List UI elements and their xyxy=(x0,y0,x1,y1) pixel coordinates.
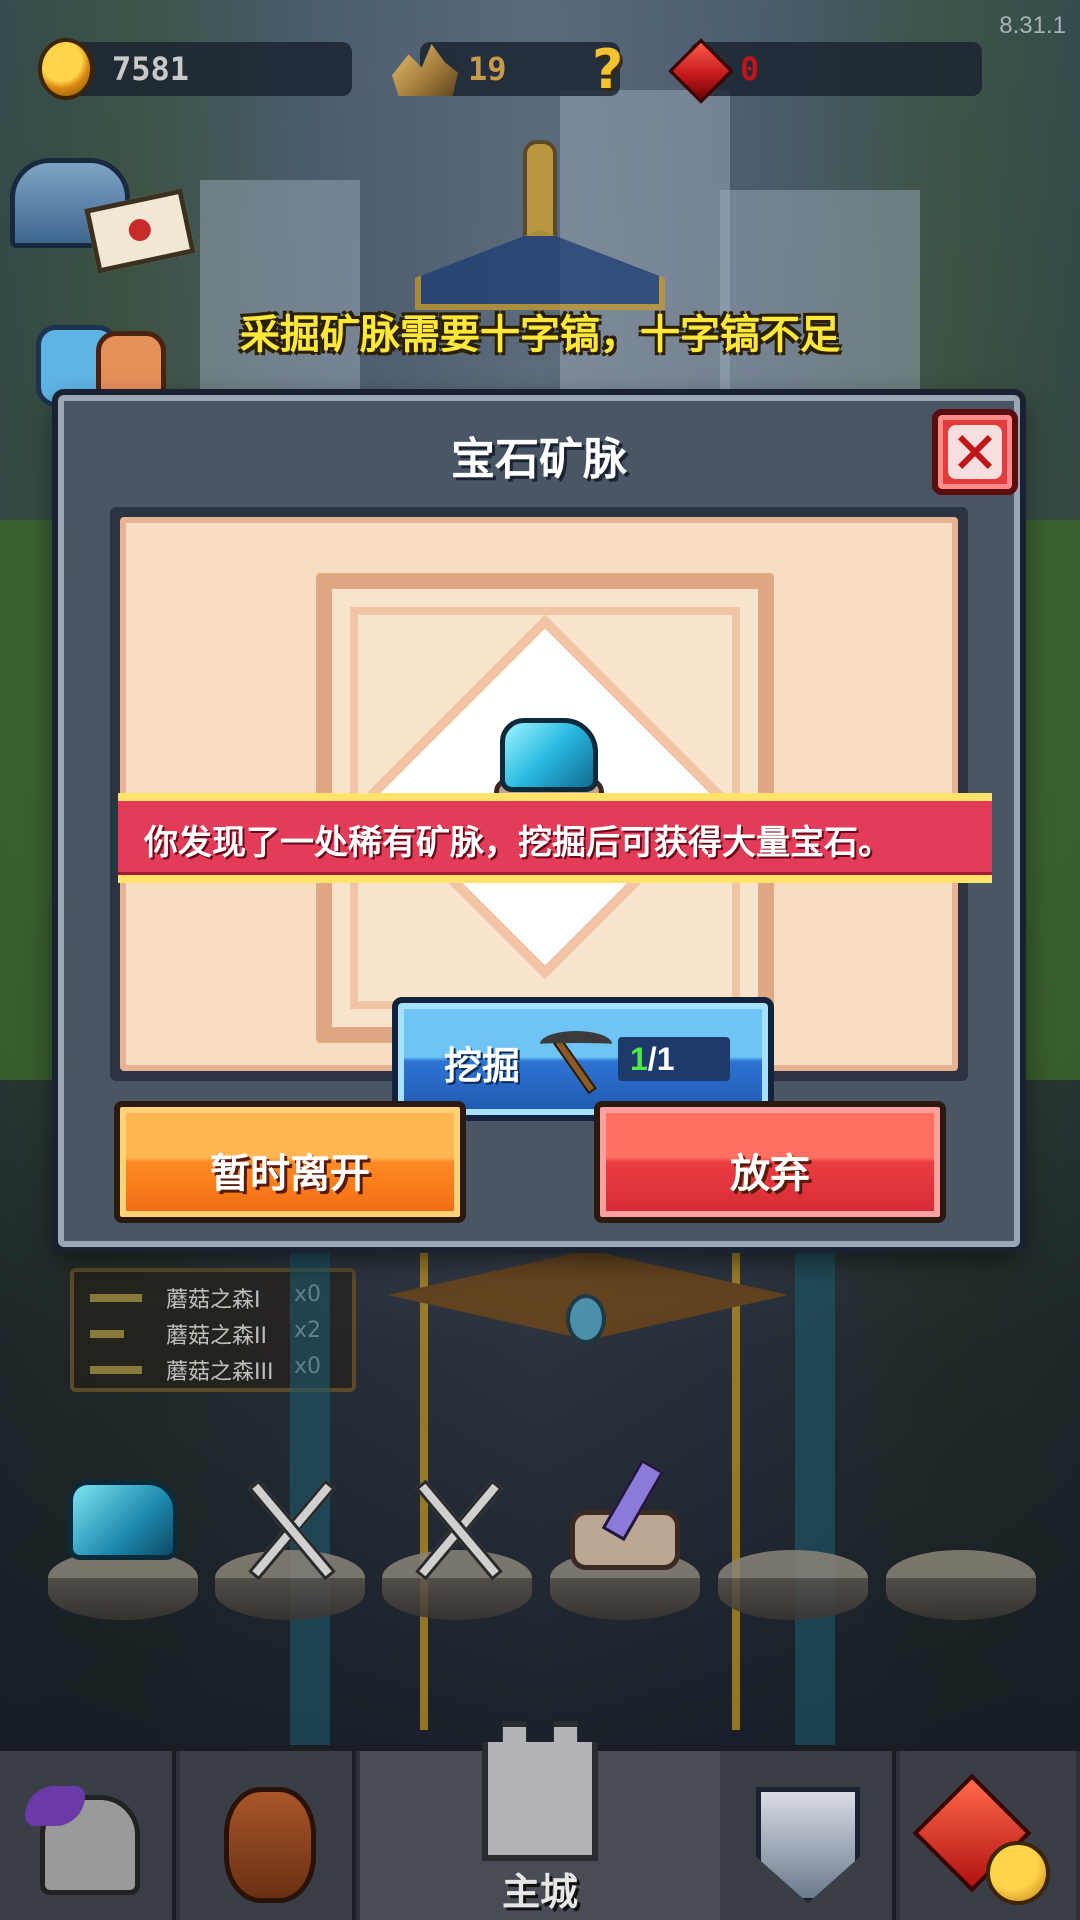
abandon-button-label: 放弃 xyxy=(730,1151,810,1197)
description-banner: 你发现了一处稀有矿脉，挖掘后可获得大量宝石。 xyxy=(118,793,992,883)
vein-illustration: 你发现了一处稀有矿脉，挖掘后可获得大量宝石。 xyxy=(118,517,992,1071)
pickaxe-warning-message: 采掘矿脉需要十字镐，十字镐不足 xyxy=(240,312,840,358)
dialog-panel: 你发现了一处稀有矿脉，挖掘后可获得大量宝石。 挖掘 1/1 xyxy=(110,507,992,1121)
close-button[interactable] xyxy=(932,409,1018,495)
nav-shop[interactable] xyxy=(900,1751,1076,1920)
coin-value: 7581 xyxy=(112,50,190,88)
nav-main-city[interactable]: 主城 xyxy=(360,1721,720,1920)
progress-bar xyxy=(90,1366,142,1374)
close-icon xyxy=(948,425,1002,479)
pickaxe-count: 1/1 xyxy=(618,1037,730,1081)
gem-counter xyxy=(690,42,982,96)
nav-battle[interactable] xyxy=(720,1751,896,1920)
gem-vein-dialog: 宝石矿脉 你发现了一处稀有矿脉，挖掘后可获得大量宝石。 挖掘 1/1 暂时离开 xyxy=(58,395,1020,1247)
gem-value: 0 xyxy=(740,50,760,88)
dig-label: 挖掘 xyxy=(444,1044,521,1088)
mailbox-icon[interactable] xyxy=(10,158,196,274)
dialog-description: 你发现了一处稀有矿脉，挖掘后可获得大量宝石。 xyxy=(144,823,892,863)
nav-main-label: 主城 xyxy=(501,1870,578,1914)
helmet-icon xyxy=(25,1786,140,1895)
castle-icon xyxy=(482,1721,598,1861)
slot-battle-1[interactable] xyxy=(215,1470,365,1630)
slot-battle-2[interactable] xyxy=(382,1470,532,1630)
help-question-icon[interactable]: ? xyxy=(592,40,632,100)
dialog-title: 宝石矿脉 xyxy=(451,434,627,485)
pickaxe-icon xyxy=(536,1025,616,1095)
nav-tavern[interactable] xyxy=(180,1751,356,1920)
leave-button-label: 暂时离开 xyxy=(210,1151,370,1197)
gem-ore-icon xyxy=(68,1480,178,1560)
coin-counter xyxy=(62,42,352,96)
nav-heroes[interactable] xyxy=(0,1751,176,1920)
progress-bar xyxy=(90,1294,142,1302)
slot-gem-vein[interactable] xyxy=(48,1470,198,1630)
slot-crystal-rock[interactable] xyxy=(550,1458,700,1630)
crystal-orb-icon xyxy=(566,1294,606,1344)
abandon-button[interactable]: 放弃 xyxy=(594,1101,946,1223)
slot-empty[interactable] xyxy=(886,1470,1036,1630)
shop-icon xyxy=(912,1773,1050,1905)
version-label: 8.31.1 xyxy=(999,12,1066,39)
barrel-icon xyxy=(224,1787,316,1903)
progress-bar xyxy=(90,1330,124,1338)
shield-icon xyxy=(756,1787,860,1903)
slot-empty[interactable] xyxy=(718,1470,868,1630)
ore-value: 19 xyxy=(468,50,507,88)
coin-icon xyxy=(38,38,94,100)
leave-temporarily-button[interactable]: 暂时离开 xyxy=(114,1101,466,1223)
bg-building xyxy=(200,180,360,400)
bottom-nav: 主城 xyxy=(0,1721,1080,1920)
